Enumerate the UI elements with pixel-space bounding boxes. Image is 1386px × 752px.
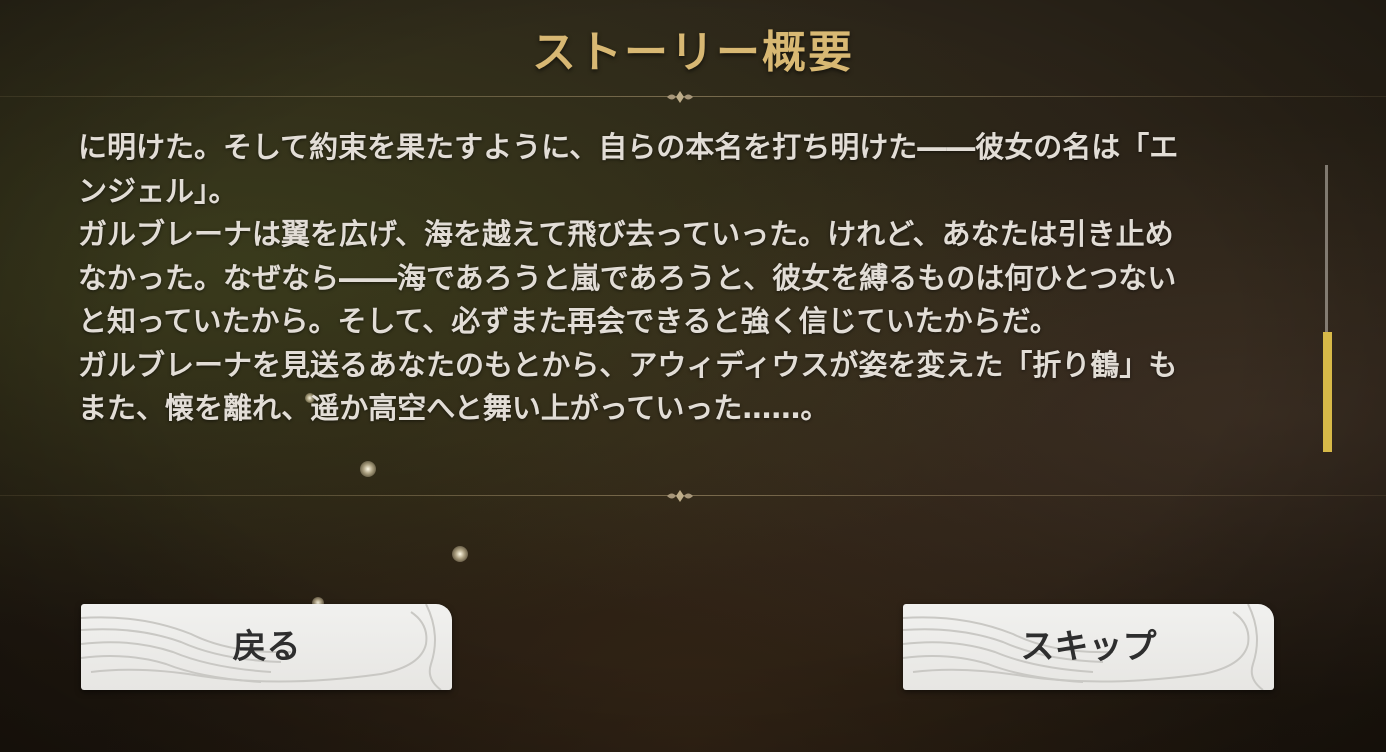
summary-line: と知っていたから。そして、必ずまた再会できると強く信じていたからだ。 — [78, 304, 1059, 338]
bottom-divider — [0, 488, 1386, 504]
ornament-divider-icon — [667, 490, 693, 502]
summary-line: また、懐を離れ、遥か高空へと舞い上がっていった……。 — [78, 391, 830, 425]
story-summary-text: に明けた。そして約束を果たすように、自らの本名を打ち明けた――彼女の名は「エ ン… — [78, 128, 1288, 431]
skip-button[interactable]: スキップ — [903, 604, 1274, 690]
sparkle — [452, 546, 468, 562]
scrollbar-thumb[interactable] — [1323, 332, 1332, 452]
page-title: ストーリー概要 — [532, 27, 854, 78]
story-summary-panel[interactable]: に明けた。そして約束を果たすように、自らの本名を打ち明けた――彼女の名は「エ ン… — [78, 128, 1288, 468]
summary-line: ンジェル」。 — [78, 173, 238, 208]
ornament-divider-icon — [667, 91, 693, 103]
summary-line: ガルブレーナを見送るあなたのもとから、アウィディウスが姿を変えた「折り鶴」も — [78, 347, 1178, 382]
back-button-label: 戻る — [232, 627, 301, 667]
summary-line: に明けた。そして約束を果たすように、自らの本名を打ち明けた――彼女の名は「エ — [78, 130, 1179, 164]
summary-line: ガルブレーナは翼を広げ、海を越えて飛び去っていった。けれど、あなたは引き止め — [78, 217, 1174, 251]
skip-button-label: スキップ — [1020, 627, 1157, 667]
summary-line: なかった。なぜなら――海であろうと嵐であろうと、彼女を縛るものは何ひとつない — [78, 260, 1177, 295]
back-button[interactable]: 戻る — [81, 604, 452, 690]
top-divider — [0, 89, 1386, 105]
